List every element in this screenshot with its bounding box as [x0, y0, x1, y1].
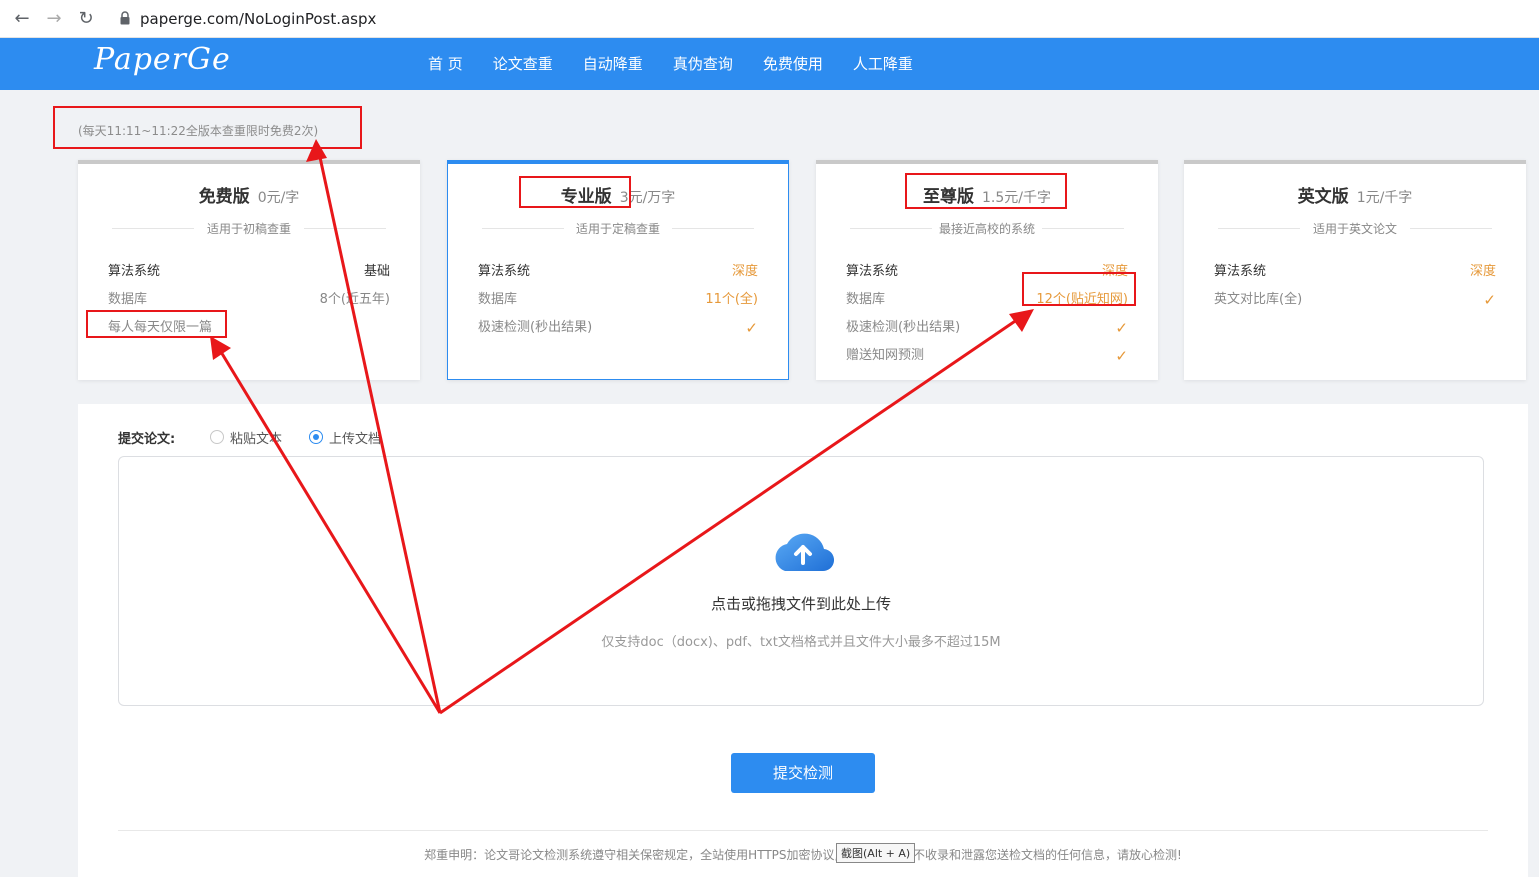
site-header: PaperGe 首 页 论文查重 自动降重 真伪查询 免费使用 人工降重: [0, 38, 1539, 90]
radio-upload-label[interactable]: 上传文档: [329, 428, 381, 447]
submit-check-button[interactable]: 提交检测: [731, 753, 875, 793]
upload-dropzone[interactable]: 点击或拖拽文件到此处上传 仅支持doc（docx)、pdf、txt文档格式并且文…: [118, 456, 1484, 706]
divider: [118, 830, 1488, 831]
annotation-box: [519, 176, 631, 208]
plan-title: 免费版 0元/字: [198, 187, 300, 207]
dropzone-hint: 仅支持doc（docx)、pdf、txt文档格式并且文件大小最多不超过15M: [601, 635, 1001, 650]
plan-title: 英文版 1元/千字: [1297, 187, 1413, 207]
submit-panel: 提交论文: 粘贴文本 上传文档 点击或拖拽文件到此处上传 仅支持doc（docx…: [78, 404, 1528, 877]
radio-upload-doc[interactable]: [309, 430, 323, 444]
browser-toolbar: ← → ↻ paperge.com/NoLoginPost.aspx: [0, 0, 1539, 38]
check-icon: ✓: [745, 319, 758, 337]
site-logo[interactable]: PaperGe: [94, 42, 231, 77]
annotation-box: [1022, 272, 1136, 306]
forward-icon[interactable]: →: [44, 9, 64, 29]
back-icon[interactable]: ←: [12, 9, 32, 29]
plan-row: 赠送知网预测 ✓: [846, 347, 1128, 365]
plan-row: 极速检测(秒出结果) ✓: [478, 319, 758, 337]
plan-subtitle: 适用于英文论文: [1218, 220, 1492, 237]
plan-row: 算法系统 深度: [1214, 264, 1496, 279]
plan-row: 算法系统 深度: [478, 264, 758, 279]
privacy-statement: 郑重申明：论文哥论文检测系统遵守相关保密规定，全站使用HTTPS加密协议,文档.…: [424, 848, 1182, 862]
plan-subtitle: 适用于初稿查重: [112, 220, 386, 237]
menu-item-verify[interactable]: 真伪查询: [673, 53, 733, 75]
dropzone-title: 点击或拖拽文件到此处上传: [710, 595, 891, 613]
menu-item-home[interactable]: 首 页: [428, 53, 463, 75]
reload-icon[interactable]: ↻: [76, 9, 96, 29]
radio-paste-text[interactable]: [210, 430, 224, 444]
address-bar[interactable]: paperge.com/NoLoginPost.aspx: [140, 9, 376, 29]
cloud-upload-icon: [775, 533, 835, 572]
annotation-box: [53, 106, 362, 149]
menu-item-free[interactable]: 免费使用: [763, 53, 823, 75]
check-icon: ✓: [1483, 291, 1496, 309]
plan-row: 英文对比库(全) ✓: [1214, 291, 1496, 309]
menu-item-manual-rewrite[interactable]: 人工降重: [853, 53, 913, 75]
plan-row: 数据库 11个(全): [478, 292, 758, 307]
plan-card-english[interactable]: 英文版 1元/千字 适用于英文论文 算法系统 深度 英文对比库(全) ✓: [1184, 160, 1526, 380]
plan-row: 算法系统 基础: [108, 264, 390, 279]
radio-paste-label[interactable]: 粘贴文本: [230, 428, 282, 447]
check-icon: ✓: [1115, 319, 1128, 337]
submit-label: 提交论文:: [118, 432, 176, 447]
plan-row: 极速检测(秒出结果) ✓: [846, 319, 1128, 337]
lock-icon: [120, 11, 130, 25]
plan-subtitle: 最接近高校的系统: [850, 220, 1124, 237]
check-icon: ✓: [1115, 347, 1128, 365]
annotation-box: [905, 173, 1067, 209]
menu-item-check[interactable]: 论文查重: [493, 53, 553, 75]
annotation-box: [86, 310, 227, 338]
plan-subtitle: 适用于定稿查重: [482, 220, 754, 237]
plan-row: 数据库 8个(近五年): [108, 292, 390, 307]
main-menu: 首 页 论文查重 自动降重 真伪查询 免费使用 人工降重: [428, 53, 943, 75]
screenshot-tooltip: 截图(Alt + A): [836, 843, 916, 863]
menu-item-auto-rewrite[interactable]: 自动降重: [583, 53, 643, 75]
plan-card-free[interactable]: 免费版 0元/字 适用于初稿查重 算法系统 基础 数据库 8个(近五年) 每人每天仅限…: [78, 160, 420, 380]
